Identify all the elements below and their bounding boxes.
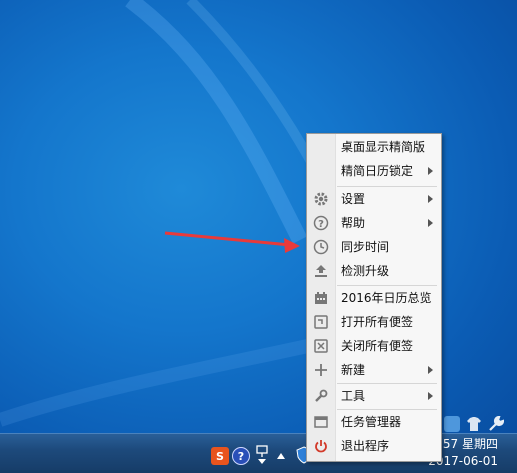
menu-item-label: 打开所有便签 — [341, 315, 414, 329]
menu-item-help[interactable]: ? 帮助 — [307, 212, 441, 234]
submenu-arrow-icon — [428, 195, 433, 203]
menu-item-label: 帮助 — [341, 216, 366, 230]
menu-item-label: 设置 — [341, 192, 366, 206]
menu-item-settings[interactable]: 设置 — [307, 188, 441, 210]
menu-item-label: 2016年日历总览 — [341, 291, 432, 305]
clock-icon — [313, 239, 329, 255]
menu-item-label: 新建 — [341, 363, 366, 377]
menu-item-tools[interactable]: 工具 — [307, 385, 441, 407]
show-hidden-icons-icon[interactable] — [276, 452, 286, 460]
menu-item-label: 桌面显示精简版 — [341, 140, 426, 154]
submenu-arrow-icon — [428, 392, 433, 400]
menu-item-sync-time[interactable]: 同步时间 — [307, 236, 441, 258]
menu-item-label: 同步时间 — [341, 240, 390, 254]
network-icon[interactable] — [255, 444, 269, 458]
menu-separator — [337, 383, 437, 384]
menu-item-label: 退出程序 — [341, 439, 390, 453]
menu-item-label: 精简日历锁定 — [341, 164, 414, 178]
gear-icon — [313, 191, 329, 207]
power-icon — [313, 438, 329, 454]
wrench-icon[interactable] — [488, 416, 504, 432]
menu-item-task-manager[interactable]: 任务管理器 — [307, 411, 441, 433]
submenu-arrow-icon — [428, 219, 433, 227]
context-menu: 桌面显示精简版 精简日历锁定 设置 ? 帮助 同步时间 检测升级 2016年日历… — [306, 133, 442, 462]
chevron-down-icon[interactable] — [257, 458, 267, 466]
shirt-icon[interactable] — [466, 416, 482, 432]
svg-text:?: ? — [318, 219, 324, 230]
help-icon[interactable]: ? — [232, 447, 250, 465]
menu-item-compact-calendar-lock[interactable]: 精简日历锁定 — [307, 160, 441, 182]
menu-item-exit[interactable]: 退出程序 — [307, 435, 441, 457]
window-icon — [313, 414, 329, 430]
menu-separator — [337, 285, 437, 286]
menu-item-label: 工具 — [341, 389, 366, 403]
submenu-arrow-icon — [428, 366, 433, 374]
tray-app-icon[interactable] — [444, 416, 460, 432]
menu-item-open-all-notes[interactable]: 打开所有便签 — [307, 311, 441, 333]
note-close-icon — [313, 338, 329, 354]
menu-item-calendar-overview[interactable]: 2016年日历总览 — [307, 287, 441, 309]
menu-item-new[interactable]: 新建 — [307, 359, 441, 381]
menu-item-label: 检测升级 — [341, 264, 390, 278]
menu-item-close-all-notes[interactable]: 关闭所有便签 — [307, 335, 441, 357]
note-open-icon — [313, 314, 329, 330]
plus-icon — [313, 362, 329, 378]
upload-icon — [313, 263, 329, 279]
menu-item-check-update[interactable]: 检测升级 — [307, 260, 441, 282]
menu-item-label: 关闭所有便签 — [341, 339, 414, 353]
menu-item-desktop-compact[interactable]: 桌面显示精简版 — [307, 136, 441, 158]
sogou-icon[interactable]: S — [211, 447, 229, 465]
menu-separator — [337, 409, 437, 410]
wrench-icon — [313, 388, 329, 404]
calendar-icon — [313, 290, 329, 306]
submenu-arrow-icon — [428, 167, 433, 175]
menu-item-label: 任务管理器 — [341, 415, 402, 429]
menu-separator — [337, 186, 437, 187]
question-icon: ? — [313, 215, 329, 231]
